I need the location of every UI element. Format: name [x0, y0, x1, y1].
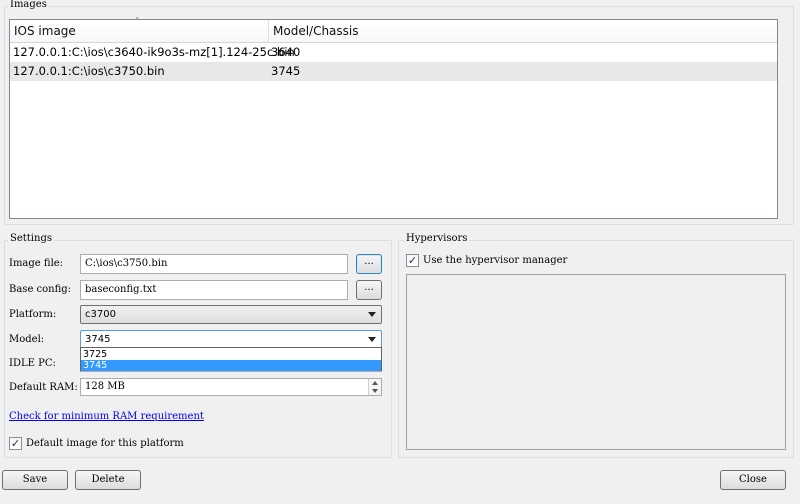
- spin-up-icon[interactable]: [372, 381, 378, 385]
- image-file-browse-button[interactable]: ...: [356, 254, 382, 274]
- checkmark-icon: ✓: [10, 437, 21, 450]
- image-path-cell: 127.0.0.1:C:\ios\c3750.bin: [13, 64, 165, 78]
- chevron-down-icon: [368, 312, 376, 317]
- spin-buttons[interactable]: [368, 379, 381, 395]
- idle-pc-label: IDLE PC:: [9, 358, 56, 369]
- spin-down-icon[interactable]: [372, 389, 378, 393]
- model-option-3725[interactable]: 3725: [81, 349, 381, 360]
- save-button[interactable]: Save: [2, 470, 68, 490]
- default-ram-spinbox[interactable]: 128 MB: [80, 378, 382, 396]
- table-row-selected[interactable]: 127.0.0.1:C:\ios\c3750.bin 3745: [10, 62, 777, 81]
- model-dropdown-list: 3725 3745: [80, 347, 382, 371]
- image-file-input[interactable]: C:\ios\c3750.bin: [80, 254, 348, 274]
- hypervisors-group-title: Hypervisors: [404, 233, 470, 245]
- model-label: Model:: [9, 334, 45, 345]
- model-cell: 3745: [271, 64, 301, 78]
- settings-group-title: Settings: [8, 233, 54, 245]
- chevron-down-icon: [368, 337, 376, 342]
- platform-select[interactable]: c3700: [80, 305, 382, 324]
- column-header-model-chassis[interactable]: Model/Chassis: [269, 20, 469, 43]
- images-table-header: ˄ IOS image Model/Chassis: [10, 17, 777, 43]
- model-cell: 3640: [271, 45, 301, 59]
- image-path-cell: 127.0.0.1:C:\ios\c3640-ik9o3s-mz[1].124-…: [13, 45, 295, 59]
- base-config-browse-button[interactable]: ...: [356, 280, 382, 300]
- hypervisor-list[interactable]: [406, 274, 786, 450]
- delete-button[interactable]: Delete: [75, 470, 141, 490]
- hypervisor-manager-label: Use the hypervisor manager: [423, 255, 568, 266]
- base-config-label: Base config:: [9, 284, 72, 295]
- hypervisor-manager-checkbox[interactable]: ✓: [406, 254, 419, 267]
- default-ram-value: 128 MB: [85, 381, 125, 392]
- table-row[interactable]: 127.0.0.1:C:\ios\c3640-ik9o3s-mz[1].124-…: [10, 43, 777, 62]
- model-option-3745[interactable]: 3745: [81, 360, 381, 371]
- image-file-label: Image file:: [9, 258, 64, 269]
- model-selected-value: 3745: [85, 334, 111, 345]
- platform-label: Platform:: [9, 309, 57, 320]
- close-button[interactable]: Close: [720, 470, 786, 490]
- images-table[interactable]: ˄ IOS image Model/Chassis 127.0.0.1:C:\i…: [9, 17, 778, 219]
- default-image-checkbox[interactable]: ✓: [9, 437, 22, 450]
- column-header-ios-image[interactable]: IOS image: [10, 20, 268, 43]
- check-ram-link[interactable]: Check for minimum RAM requirement: [9, 411, 204, 422]
- default-image-label: Default image for this platform: [26, 438, 184, 449]
- default-ram-label: Default RAM:: [9, 382, 78, 393]
- platform-selected-value: c3700: [85, 309, 116, 320]
- images-group-title: Images: [8, 0, 49, 11]
- base-config-input[interactable]: baseconfig.txt: [80, 280, 348, 300]
- checkmark-icon: ✓: [407, 254, 418, 267]
